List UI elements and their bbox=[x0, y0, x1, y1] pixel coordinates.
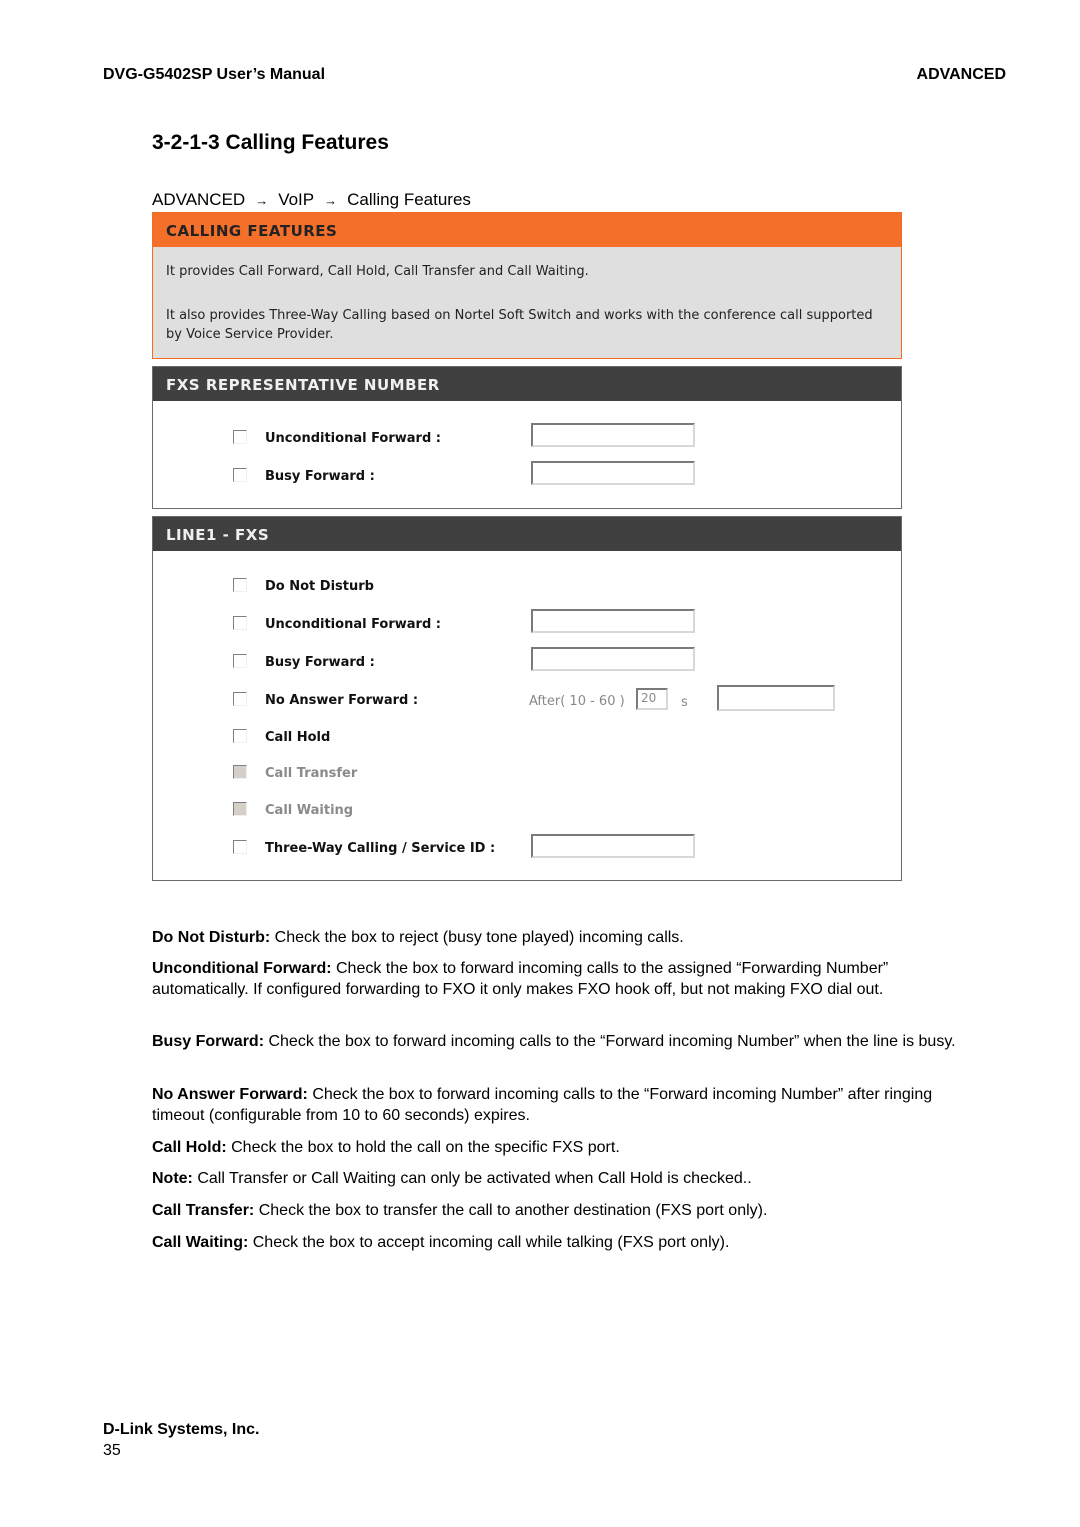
description-term: Call Waiting: bbox=[152, 1234, 249, 1251]
busy-forward-checkbox[interactable] bbox=[233, 654, 247, 668]
description-item: No Answer Forward: Check the box to forw… bbox=[152, 1084, 982, 1126]
call-transfer-checkbox[interactable] bbox=[233, 765, 247, 779]
breadcrumb-item: Calling Features bbox=[347, 190, 471, 209]
field-label: Busy Forward : bbox=[265, 655, 375, 670]
description-item: Call Waiting: Check the box to accept in… bbox=[152, 1232, 982, 1253]
panel-title: LINE1 - FXS bbox=[153, 517, 901, 551]
busy-forward-checkbox[interactable] bbox=[233, 468, 247, 482]
description-item: Unconditional Forward: Check the box to … bbox=[152, 958, 972, 1000]
calling-features-panel: CALLING FEATURES It provides Call Forwar… bbox=[152, 212, 902, 359]
busy-forward-input[interactable] bbox=[531, 461, 695, 485]
unconditional-forward-checkbox[interactable] bbox=[233, 430, 247, 444]
busy-forward-input[interactable] bbox=[531, 647, 695, 671]
no-answer-forward-checkbox[interactable] bbox=[233, 692, 247, 706]
call-hold-checkbox[interactable] bbox=[233, 729, 247, 743]
field-label: Unconditional Forward : bbox=[265, 431, 441, 446]
breadcrumb: ADVANCED → VoIP → Calling Features bbox=[152, 190, 471, 210]
call-waiting-checkbox[interactable] bbox=[233, 802, 247, 816]
description-term: Unconditional Forward: bbox=[152, 960, 332, 977]
unconditional-forward-checkbox[interactable] bbox=[233, 616, 247, 630]
unconditional-forward-input[interactable] bbox=[531, 609, 695, 633]
description-item: Do Not Disturb: Check the box to reject … bbox=[152, 927, 982, 948]
breadcrumb-item: VoIP bbox=[278, 190, 315, 209]
line1-fxs-panel: LINE1 - FXS Do Not Disturb Unconditional… bbox=[152, 516, 902, 881]
description-item: Call Transfer: Check the box to transfer… bbox=[152, 1200, 982, 1221]
description-term: Busy Forward: bbox=[152, 1033, 265, 1050]
chapter-label: ADVANCED bbox=[916, 66, 1006, 83]
description-text: Call Transfer or Call Waiting can only b… bbox=[192, 1170, 752, 1187]
section-title: 3-2-1-3 Calling Features bbox=[152, 131, 389, 154]
panel-description: It provides Call Forward, Call Hold, Cal… bbox=[166, 264, 589, 279]
panel-description: It also provides Three-Way Calling based… bbox=[166, 308, 873, 342]
page-number: 35 bbox=[103, 1442, 121, 1459]
field-label: Call Hold bbox=[265, 730, 331, 745]
timeout-range-label: After( 10 - 60 ) bbox=[529, 694, 625, 709]
field-label: No Answer Forward : bbox=[265, 693, 419, 708]
do-not-disturb-checkbox[interactable] bbox=[233, 578, 247, 592]
footer-company: D-Link Systems, Inc. bbox=[103, 1421, 260, 1438]
arrow-right-icon: → bbox=[324, 193, 338, 208]
no-answer-forward-input[interactable] bbox=[717, 685, 835, 711]
description-term: Do Not Disturb: bbox=[152, 929, 271, 946]
arrow-right-icon: → bbox=[255, 193, 269, 208]
three-way-calling-checkbox[interactable] bbox=[233, 840, 247, 854]
unconditional-forward-input[interactable] bbox=[531, 423, 695, 447]
description-text: Check the box to hold the call on the sp… bbox=[226, 1139, 620, 1156]
field-label: Call Transfer bbox=[265, 766, 358, 781]
description-term: No Answer Forward: bbox=[152, 1086, 308, 1103]
service-id-input[interactable] bbox=[531, 834, 695, 858]
description-term: Note: bbox=[152, 1170, 193, 1187]
field-label: Unconditional Forward : bbox=[265, 617, 441, 632]
field-label: Do Not Disturb bbox=[265, 579, 374, 594]
description-term: Call Transfer: bbox=[152, 1202, 255, 1219]
description-text: Check the box to forward incoming calls … bbox=[264, 1033, 956, 1050]
fxs-representative-number-panel: FXS REPRESENTATIVE NUMBER Unconditional … bbox=[152, 366, 902, 509]
field-label: Call Waiting bbox=[265, 803, 354, 818]
description-item: Busy Forward: Check the box to forward i… bbox=[152, 1031, 972, 1052]
panel-title: FXS REPRESENTATIVE NUMBER bbox=[153, 367, 901, 401]
panel-title: CALLING FEATURES bbox=[153, 213, 901, 247]
field-label: Three-Way Calling / Service ID : bbox=[265, 841, 496, 856]
description-text: Check the box to reject (busy tone playe… bbox=[270, 929, 684, 946]
description-term: Call Hold: bbox=[152, 1139, 227, 1156]
description-item: Call Hold: Check the box to hold the cal… bbox=[152, 1137, 982, 1158]
no-answer-timeout-input[interactable]: 20 bbox=[636, 688, 668, 710]
description-text: Check the box to accept incoming call wh… bbox=[248, 1234, 730, 1251]
breadcrumb-item: ADVANCED bbox=[152, 190, 246, 209]
description-text: Check the box to transfer the call to an… bbox=[254, 1202, 768, 1219]
seconds-unit-label: s bbox=[681, 695, 688, 710]
manual-title: DVG-G5402SP User’s Manual bbox=[103, 66, 326, 83]
field-label: Busy Forward : bbox=[265, 469, 375, 484]
description-item: Note: Call Transfer or Call Waiting can … bbox=[152, 1168, 982, 1189]
